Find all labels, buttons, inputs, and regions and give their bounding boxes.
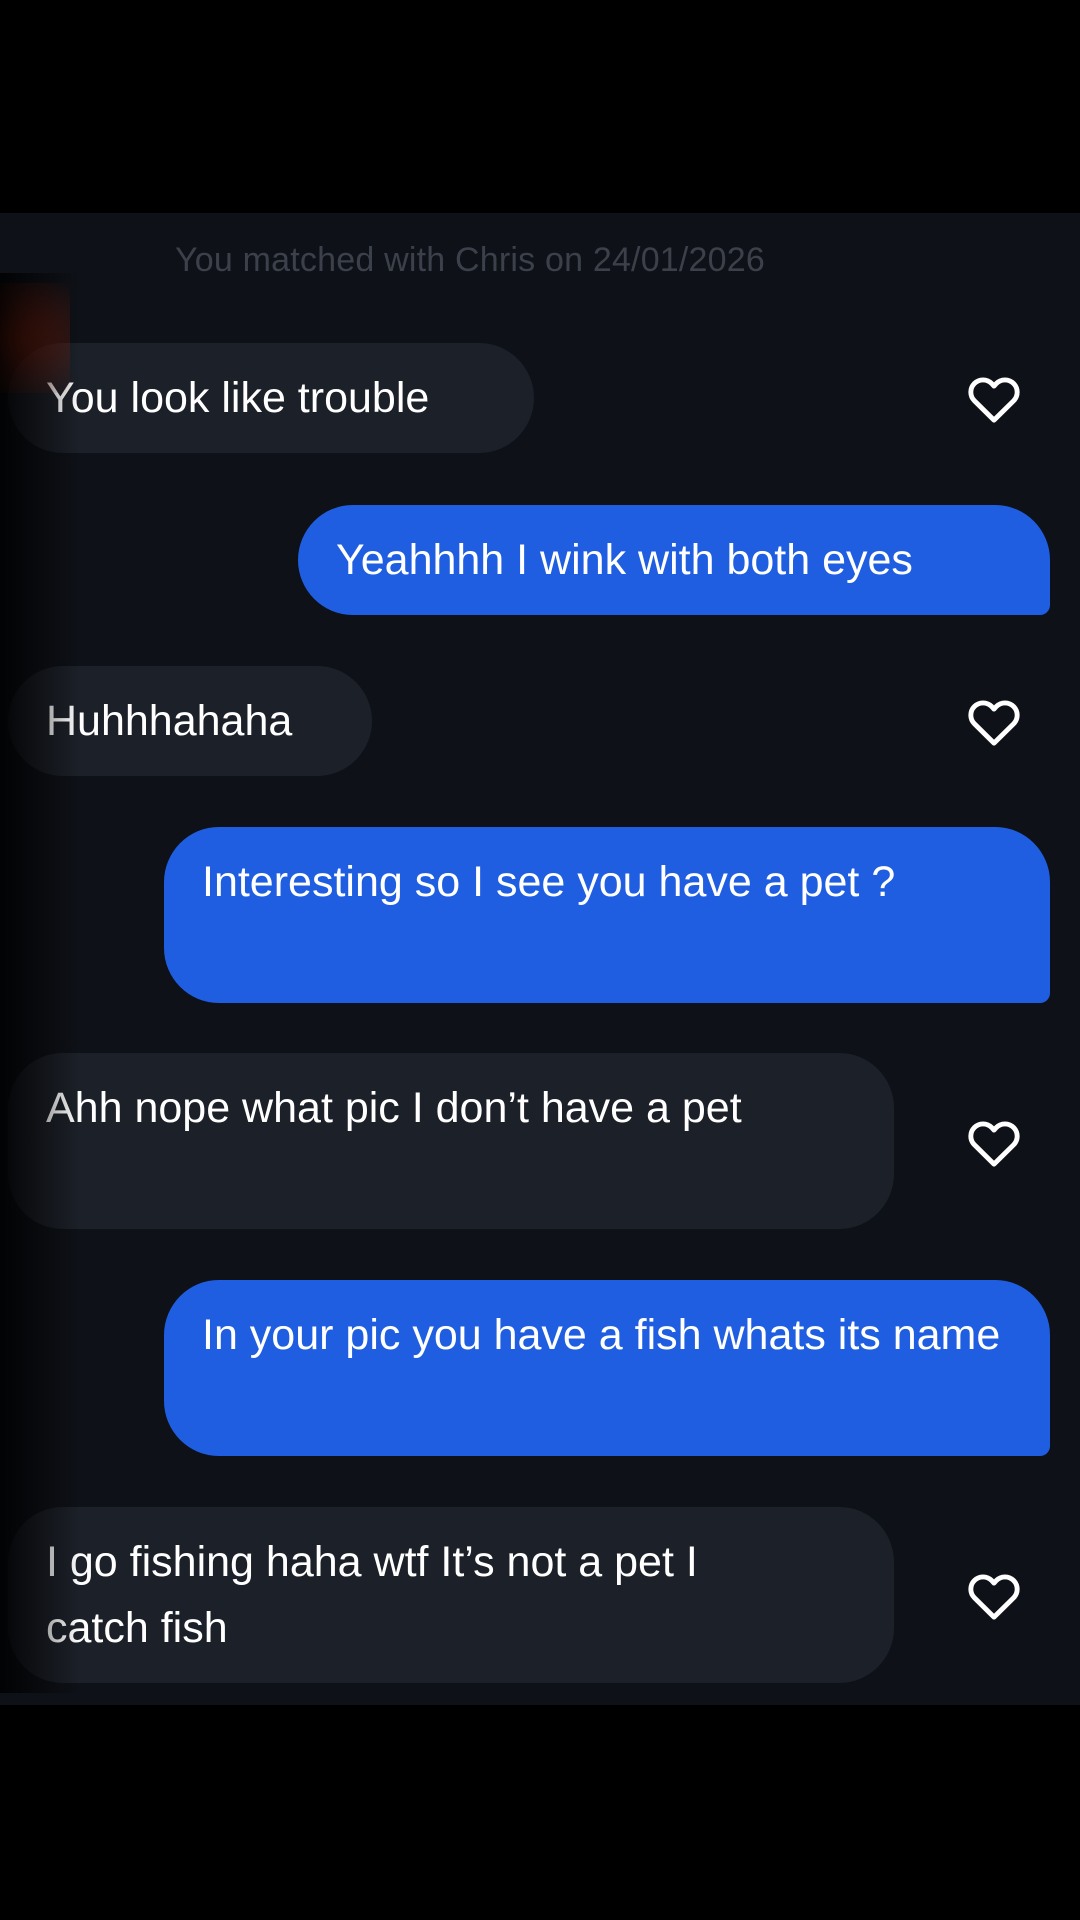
like-heart-icon[interactable] <box>966 1569 1022 1621</box>
message-text: Interesting so I see you have a pet ? <box>202 858 896 906</box>
like-heart-icon[interactable] <box>966 695 1022 747</box>
message-text: In your pic you have a fish whats its na… <box>202 1311 1001 1359</box>
outgoing-message[interactable]: In your pic you have a fish whats its na… <box>164 1280 1050 1456</box>
chat-thread: You matched with Chris on 24/01/2026 You… <box>0 213 1080 1705</box>
like-heart-icon[interactable] <box>966 1116 1022 1168</box>
message-text: I go fishing haha wtf It’s not a pet I c… <box>46 1538 698 1652</box>
message-text: Yeahhhh I wink with both eyes <box>336 536 913 584</box>
outgoing-message[interactable]: Interesting so I see you have a pet ? <box>164 827 1050 1003</box>
match-note: You matched with Chris on 24/01/2026 <box>175 241 765 279</box>
like-heart-icon[interactable] <box>966 372 1022 424</box>
message-text: Huhhhahaha <box>46 697 293 745</box>
outgoing-message[interactable]: Yeahhhh I wink with both eyes <box>298 505 1050 615</box>
incoming-message[interactable]: You look like trouble <box>8 343 534 453</box>
message-text: Ahh nope what pic I don’t have a pet <box>46 1084 742 1132</box>
incoming-message[interactable]: Ahh nope what pic I don’t have a pet <box>8 1053 894 1229</box>
incoming-message[interactable]: I go fishing haha wtf It’s not a pet I c… <box>8 1507 894 1683</box>
message-text: You look like trouble <box>46 374 430 422</box>
incoming-message[interactable]: Huhhhahaha <box>8 666 372 776</box>
edge-shadow <box>0 273 80 1693</box>
